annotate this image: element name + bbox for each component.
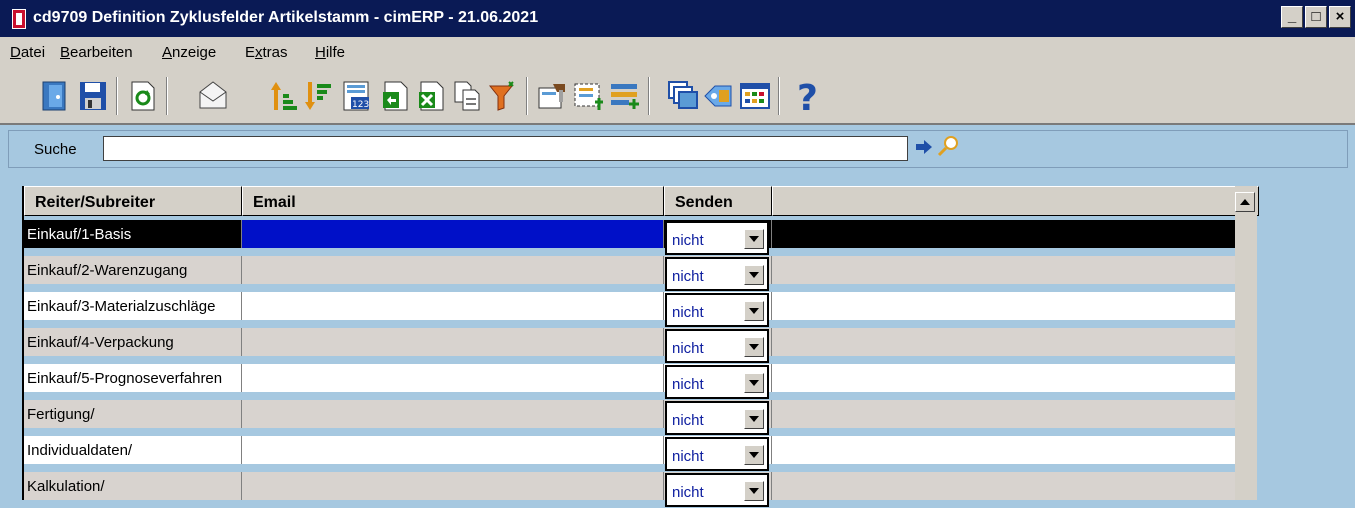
- cell-email[interactable]: [242, 220, 664, 248]
- svg-text:?: ?: [797, 78, 818, 114]
- column-header-senden[interactable]: Senden: [664, 186, 772, 216]
- chevron-down-icon[interactable]: [744, 301, 764, 321]
- cell-reiter[interactable]: Einkauf/1-Basis: [24, 220, 242, 248]
- maximize-button[interactable]: □: [1305, 6, 1327, 28]
- table-row[interactable]: Individualdaten/ nicht: [24, 436, 1239, 472]
- cell-reiter[interactable]: Einkauf/4-Verpackung: [24, 328, 242, 356]
- senden-dropdown[interactable]: nicht: [665, 329, 769, 363]
- senden-dropdown[interactable]: nicht: [665, 221, 769, 255]
- cell-email[interactable]: [242, 292, 664, 320]
- senden-dropdown[interactable]: nicht: [665, 257, 769, 291]
- vertical-scrollbar[interactable]: [1235, 186, 1257, 500]
- chevron-down-icon[interactable]: [744, 229, 764, 249]
- new-record-icon[interactable]: [572, 79, 606, 113]
- senden-dropdown[interactable]: nicht: [665, 401, 769, 435]
- column-header-reiter[interactable]: Reiter/Subreiter: [24, 186, 242, 216]
- cell-email[interactable]: [242, 436, 664, 464]
- toolbar: 123 ?: [0, 67, 1355, 125]
- cell-reiter[interactable]: Einkauf/2-Warenzugang: [24, 256, 242, 284]
- table-row[interactable]: Einkauf/2-Warenzugang nicht: [24, 256, 1239, 292]
- tag-label-icon[interactable]: [702, 79, 736, 113]
- senden-dropdown[interactable]: nicht: [665, 365, 769, 399]
- arrow-right-icon[interactable]: [914, 138, 934, 160]
- table-row[interactable]: Kalkulation/ nicht: [24, 472, 1239, 508]
- minimize-button[interactable]: _: [1281, 6, 1303, 28]
- app-icon[interactable]: [12, 9, 26, 29]
- filter-icon[interactable]: [486, 79, 520, 113]
- copy-icon[interactable]: [450, 79, 484, 113]
- scroll-up-icon[interactable]: [1235, 192, 1255, 212]
- menu-bar: Datei Bearbeiten Anzeige Extras Hilfe: [0, 37, 1355, 67]
- sort-descending-icon[interactable]: [302, 79, 336, 113]
- menu-anzeige[interactable]: Anzeige: [162, 44, 216, 61]
- cell-reiter[interactable]: Einkauf/3-Materialzuschläge: [24, 292, 242, 320]
- table-row[interactable]: Einkauf/3-Materialzuschläge nicht: [24, 292, 1239, 328]
- menu-datei[interactable]: Datei: [10, 44, 45, 61]
- cell-reiter[interactable]: Fertigung/: [24, 400, 242, 428]
- edit-properties-icon[interactable]: [536, 79, 570, 113]
- cell-reiter[interactable]: Einkauf/5-Prognoseverfahren: [24, 364, 242, 392]
- chevron-down-icon[interactable]: [744, 265, 764, 285]
- cell-email[interactable]: [242, 328, 664, 356]
- help-icon[interactable]: ?: [792, 78, 826, 114]
- menu-hilfe[interactable]: Hilfe: [315, 44, 345, 61]
- windows-cascade-icon[interactable]: [666, 79, 700, 113]
- cell-email[interactable]: [242, 256, 664, 284]
- data-grid: Reiter/Subreiter Email Senden Einkauf/1-…: [22, 186, 1259, 507]
- cell-email[interactable]: [242, 364, 664, 392]
- title-bar: cd9709 Definition Zyklusfelder Artikelst…: [0, 0, 1355, 37]
- cell-reiter[interactable]: Kalkulation/: [24, 472, 242, 500]
- column-header-email[interactable]: Email: [242, 186, 664, 216]
- search-input[interactable]: [103, 136, 908, 161]
- menu-extras[interactable]: Extras: [245, 44, 288, 61]
- mail-envelope-icon[interactable]: [196, 79, 230, 113]
- chevron-down-icon[interactable]: [744, 481, 764, 501]
- chevron-down-icon[interactable]: [744, 373, 764, 393]
- senden-dropdown[interactable]: nicht: [665, 293, 769, 327]
- table-row[interactable]: Einkauf/5-Prognoseverfahren nicht: [24, 364, 1239, 400]
- excel-export-icon[interactable]: [414, 79, 448, 113]
- sort-ascending-icon[interactable]: [268, 79, 302, 113]
- exit-door-icon[interactable]: [38, 79, 72, 113]
- window-title: cd9709 Definition Zyklusfelder Artikelst…: [33, 9, 539, 26]
- save-disk-icon[interactable]: [76, 79, 110, 113]
- search-magnifier-icon[interactable]: [936, 134, 960, 162]
- grid-view-icon[interactable]: [738, 79, 772, 113]
- table-row[interactable]: Einkauf/1-Basis nicht: [24, 220, 1239, 256]
- senden-dropdown[interactable]: nicht: [665, 473, 769, 507]
- chevron-down-icon[interactable]: [744, 445, 764, 465]
- chevron-down-icon[interactable]: [744, 409, 764, 429]
- svg-text:123: 123: [352, 100, 369, 110]
- export-document-icon[interactable]: [378, 79, 412, 113]
- cell-email[interactable]: [242, 400, 664, 428]
- table-row[interactable]: Einkauf/4-Verpackung nicht: [24, 328, 1239, 364]
- cell-email[interactable]: [242, 472, 664, 500]
- insert-row-icon[interactable]: [608, 79, 642, 113]
- chevron-down-icon[interactable]: [744, 337, 764, 357]
- close-button[interactable]: ×: [1329, 6, 1351, 28]
- numbering-icon[interactable]: 123: [340, 79, 374, 113]
- menu-bearbeiten[interactable]: Bearbeiten: [60, 44, 133, 61]
- column-header-empty: [772, 186, 1259, 216]
- refresh-icon[interactable]: [126, 79, 160, 113]
- table-row[interactable]: Fertigung/ nicht: [24, 400, 1239, 436]
- senden-dropdown[interactable]: nicht: [665, 437, 769, 471]
- search-label: Suche: [34, 141, 77, 158]
- cell-reiter[interactable]: Individualdaten/: [24, 436, 242, 464]
